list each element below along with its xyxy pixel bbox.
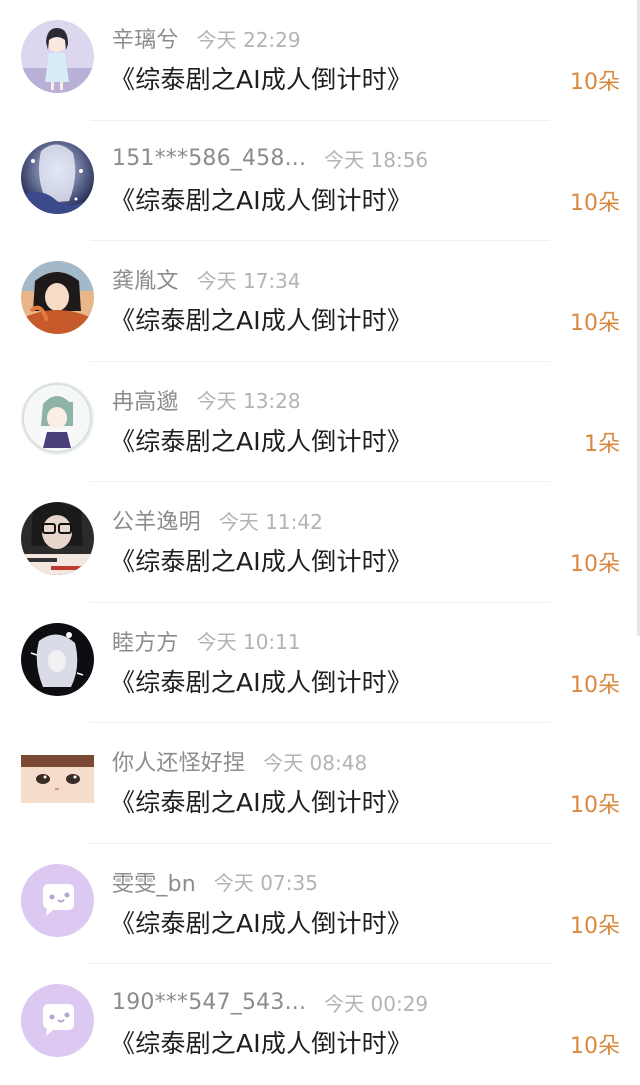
book-title[interactable]: 《综泰剧之AI成人倒计时》 bbox=[110, 663, 412, 699]
flower-amount: 10朵 bbox=[570, 913, 620, 939]
flower-amount: 10朵 bbox=[570, 190, 620, 216]
book-title[interactable]: 《综泰剧之AI成人倒计时》 bbox=[110, 542, 412, 578]
dark-anime-avatar-icon[interactable] bbox=[21, 622, 94, 696]
list-item[interactable]: 公羊逸明 今天 11:42 《综泰剧之AI成人倒计时》 10朵 bbox=[0, 482, 640, 603]
list-item[interactable]: 睦方方 今天 10:11 《综泰剧之AI成人倒计时》 10朵 bbox=[0, 603, 640, 723]
book-title[interactable]: 《综泰剧之AI成人倒计时》 bbox=[110, 181, 412, 217]
timestamp: 今天 17:34 bbox=[196, 268, 301, 293]
user-name[interactable]: 辛璃兮 bbox=[112, 22, 179, 54]
flower-amount: 10朵 bbox=[570, 672, 620, 698]
book-title[interactable]: 《综泰剧之AI成人倒计时》 bbox=[110, 904, 412, 940]
timestamp: 今天 18:56 bbox=[324, 148, 429, 172]
timestamp: 今天 11:42 bbox=[218, 509, 323, 534]
girl-avatar-icon[interactable] bbox=[21, 20, 94, 93]
user-name[interactable]: 雯雯_bn bbox=[112, 866, 196, 898]
list-item[interactable]: 龚胤文 今天 17:34 《综泰剧之AI成人倒计时》 10朵 bbox=[0, 241, 640, 362]
flower-amount: 1朵 bbox=[584, 431, 620, 457]
list-item[interactable]: 190***547_543... 今天 00:29 《综泰剧之AI成人倒计时》 … bbox=[0, 964, 640, 1085]
timestamp: 今天 08:48 bbox=[263, 750, 368, 775]
timestamp: 今天 13:28 bbox=[196, 389, 301, 413]
boy-eyes-avatar-icon[interactable] bbox=[21, 755, 94, 803]
flower-amount: 10朵 bbox=[570, 311, 620, 336]
anime-warrior-avatar-icon[interactable] bbox=[21, 261, 94, 334]
flower-amount: 10朵 bbox=[570, 1034, 620, 1059]
default-chat-avatar-icon[interactable] bbox=[21, 863, 94, 937]
timestamp: 今天 10:11 bbox=[196, 630, 301, 654]
book-title[interactable]: 《综泰剧之AI成人倒计时》 bbox=[110, 422, 412, 458]
user-name[interactable]: 151***586_458... bbox=[112, 146, 306, 171]
list-item[interactable]: 151***586_458... 今天 18:56 《综泰剧之AI成人倒计时》 … bbox=[0, 121, 640, 241]
book-title[interactable]: 《综泰剧之AI成人倒计时》 bbox=[110, 783, 412, 819]
timestamp: 今天 22:29 bbox=[196, 27, 301, 52]
flower-amount: 10朵 bbox=[570, 552, 620, 577]
user-name[interactable]: 你人还怪好捏 bbox=[112, 745, 245, 777]
chibi-avatar-icon[interactable] bbox=[21, 381, 94, 455]
default-chat-avatar-icon[interactable] bbox=[21, 984, 94, 1057]
user-name[interactable]: 冉高邈 bbox=[112, 384, 179, 416]
user-name[interactable]: 190***547_543... bbox=[112, 990, 306, 1015]
book-title[interactable]: 《综泰剧之AI成人倒计时》 bbox=[110, 60, 412, 96]
user-name[interactable]: 公羊逸明 bbox=[112, 504, 201, 536]
user-name[interactable]: 睦方方 bbox=[112, 625, 179, 657]
gift-record-list: 辛璃兮 今天 22:29 《综泰剧之AI成人倒计时》 10朵 151***586… bbox=[0, 0, 640, 1085]
timestamp: 今天 07:35 bbox=[213, 871, 318, 895]
anime-night-avatar-icon[interactable] bbox=[21, 140, 94, 214]
list-item[interactable]: 你人还怪好捏 今天 08:48 《综泰剧之AI成人倒计时》 10朵 bbox=[0, 723, 640, 844]
book-title[interactable]: 《综泰剧之AI成人倒计时》 bbox=[110, 301, 412, 337]
list-item[interactable]: 辛璃兮 今天 22:29 《综泰剧之AI成人倒计时》 10朵 bbox=[0, 0, 640, 121]
user-name[interactable]: 龚胤文 bbox=[112, 263, 179, 295]
flower-amount: 10朵 bbox=[570, 793, 620, 818]
timestamp: 今天 00:29 bbox=[324, 991, 429, 1016]
glasses-girl-avatar-icon[interactable] bbox=[21, 502, 94, 575]
book-title[interactable]: 《综泰剧之AI成人倒计时》 bbox=[110, 1024, 412, 1060]
list-item[interactable]: 雯雯_bn 今天 07:35 《综泰剧之AI成人倒计时》 10朵 bbox=[0, 844, 640, 964]
flower-amount: 10朵 bbox=[570, 70, 620, 95]
list-item[interactable]: 冉高邈 今天 13:28 《综泰剧之AI成人倒计时》 1朵 bbox=[0, 362, 640, 482]
